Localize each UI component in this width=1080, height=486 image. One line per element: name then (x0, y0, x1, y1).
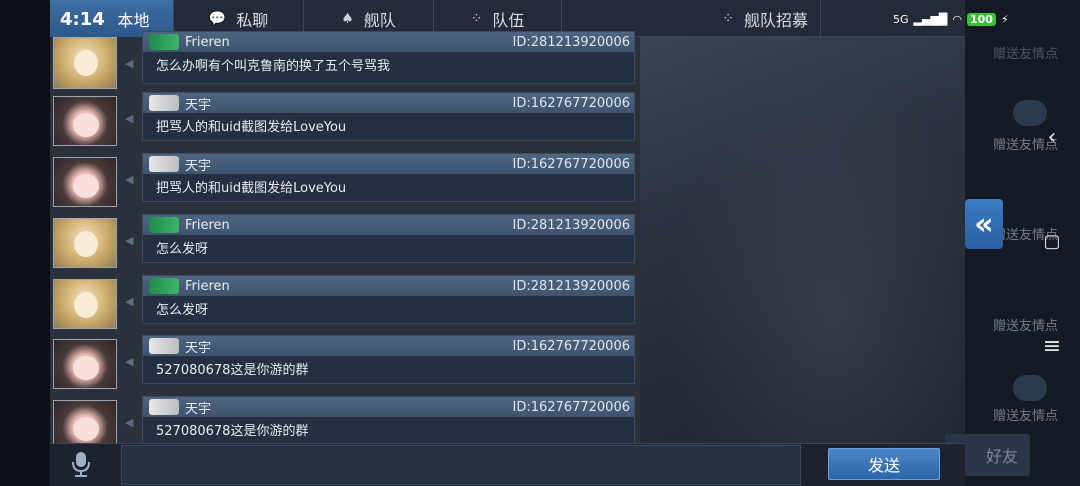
game-scene-background (640, 37, 965, 443)
avatar[interactable] (53, 37, 117, 89)
player-badge-icon (149, 278, 179, 294)
sender-uid: ID:162767720006 (512, 338, 630, 354)
bubble-pointer-icon: ◀ (125, 173, 134, 186)
message-header: Frieren ID:281213920006 (143, 276, 634, 296)
chat-message: ◀ Frieren ID:281213920006 怎么发呀 (50, 275, 640, 331)
tab-label: 私聊 (236, 10, 269, 30)
avatar[interactable] (53, 157, 117, 207)
status-time: 4:14 (60, 9, 105, 30)
message-header: 天宇 ID:162767720006 (143, 93, 634, 113)
message-bubble[interactable]: 天宇 ID:162767720006 527080678这是你游的群 (142, 396, 635, 443)
player-badge-icon (149, 217, 179, 233)
message-header: 天宇 ID:162767720006 (143, 154, 634, 174)
avatar[interactable] (53, 279, 117, 329)
message-text: 把骂人的和uid截图发给LoveYou (156, 120, 347, 135)
menu-nav-icon[interactable]: ≡ (1040, 334, 1064, 359)
microphone-icon[interactable] (66, 449, 96, 479)
bubble-pointer-icon: ◀ (125, 57, 134, 70)
sender-uid: ID:162767720006 (512, 95, 630, 111)
sender-uid: ID:281213920006 (512, 217, 630, 233)
home-nav-icon[interactable]: ▢ (1040, 231, 1064, 252)
player-badge-icon (149, 34, 179, 50)
message-text: 527080678这是你游的群 (156, 363, 309, 378)
message-header: Frieren ID:281213920006 (143, 215, 634, 235)
back-nav-icon[interactable]: ‹ (1040, 125, 1064, 150)
team-icon: ⁘ (470, 10, 483, 27)
sender-uid: ID:162767720006 (512, 399, 630, 415)
tab-label: 本地 (117, 10, 150, 30)
message-text: 怎么办啊有个叫克鲁南的换了五个号骂我 (156, 59, 391, 74)
avatar[interactable] (53, 96, 117, 146)
message-text: 把骂人的和uid截图发给LoveYou (156, 181, 347, 196)
sender-uid: ID:281213920006 (512, 278, 630, 294)
network-type: 5G (893, 13, 909, 26)
signal-icon: ▂▄▆█ (913, 13, 948, 26)
chat-message: ◀ Frieren ID:281213920006 怎么办啊有个叫克鲁南的换了五… (50, 31, 640, 93)
status-bar: 5G ▂▄▆█ ◠ 100 ⚡ (893, 13, 1009, 26)
send-button[interactable]: 发送 (828, 448, 940, 480)
message-header: 天宇 ID:162767720006 (143, 336, 634, 356)
message-text: 怎么发呀 (156, 242, 209, 257)
bubble-pointer-icon: ◀ (125, 234, 134, 247)
tab-label: 舰队招募 (743, 10, 808, 30)
message-input[interactable] (121, 445, 801, 485)
chat-message: ◀ 天宇 ID:162767720006 把骂人的和uid截图发给LoveYou (50, 92, 640, 148)
tab-label: 舰队 (363, 10, 396, 30)
chat-bubble-icon: 💬 (208, 10, 227, 27)
tab-label: 队伍 (492, 10, 525, 30)
message-bubble[interactable]: 天宇 ID:162767720006 把骂人的和uid截图发给LoveYou (142, 92, 635, 141)
message-bubble[interactable]: Frieren ID:281213920006 怎么发呀 (142, 214, 635, 263)
message-text: 527080678这是你游的群 (156, 424, 309, 439)
heart-icon[interactable] (1013, 100, 1047, 126)
avatar[interactable] (53, 218, 117, 268)
wifi-icon: ◠ (952, 13, 962, 26)
fleet-icon: ♠ (341, 10, 354, 27)
player-badge-icon (149, 156, 179, 172)
sender-name[interactable]: 天宇 (185, 337, 211, 356)
message-bubble[interactable]: Frieren ID:281213920006 怎么办啊有个叫克鲁南的换了五个号… (142, 31, 635, 84)
chat-message: ◀ 天宇 ID:162767720006 把骂人的和uid截图发给LoveYou (50, 153, 640, 209)
avatar[interactable] (53, 339, 117, 389)
sender-name[interactable]: 天宇 (185, 94, 211, 113)
sender-uid: ID:281213920006 (512, 34, 630, 50)
bubble-pointer-icon: ◀ (125, 416, 134, 429)
message-header: 天宇 ID:162767720006 (143, 397, 634, 417)
sender-uid: ID:162767720006 (512, 156, 630, 172)
chat-message: ◀ 天宇 ID:162767720006 527080678这是你游的群 (50, 396, 640, 443)
sender-name[interactable]: 天宇 (185, 155, 211, 174)
bubble-pointer-icon: ◀ (125, 112, 134, 125)
charging-icon: ⚡ (1000, 13, 1009, 26)
player-badge-icon (149, 338, 179, 354)
gift-friendship-label: 赠送友情点 (993, 319, 1059, 334)
bubble-pointer-icon: ◀ (125, 355, 134, 368)
heart-icon[interactable] (1013, 375, 1047, 401)
gift-friendship-label: 赠送友情点 (993, 47, 1059, 62)
chat-message: ◀ 天宇 ID:162767720006 527080678这是你游的群 (50, 335, 640, 391)
recruit-icon: ⁘ (722, 10, 734, 27)
message-bubble[interactable]: 天宇 ID:162767720006 把骂人的和uid截图发给LoveYou (142, 153, 635, 202)
sender-name[interactable]: Frieren (185, 279, 230, 294)
collapse-panel-button[interactable]: « (965, 199, 1003, 249)
player-badge-icon (149, 399, 179, 415)
message-bubble[interactable]: Frieren ID:281213920006 怎么发呀 (142, 275, 635, 324)
sender-name[interactable]: Frieren (185, 35, 230, 50)
player-badge-icon (149, 95, 179, 111)
message-header: Frieren ID:281213920006 (143, 32, 634, 52)
message-text: 怎么发呀 (156, 303, 209, 318)
double-chevron-left-icon: « (974, 206, 994, 242)
sender-name[interactable]: Frieren (185, 218, 230, 233)
chat-message: ◀ Frieren ID:281213920006 怎么发呀 (50, 214, 640, 270)
bubble-pointer-icon: ◀ (125, 295, 134, 308)
avatar[interactable] (53, 400, 117, 443)
sender-name[interactable]: 天宇 (185, 398, 211, 417)
gift-friendship-label: 赠送友情点 (993, 409, 1059, 424)
message-bubble[interactable]: 天宇 ID:162767720006 527080678这是你游的群 (142, 335, 635, 384)
left-dark-edge (0, 0, 50, 486)
battery-level: 100 (966, 13, 996, 26)
